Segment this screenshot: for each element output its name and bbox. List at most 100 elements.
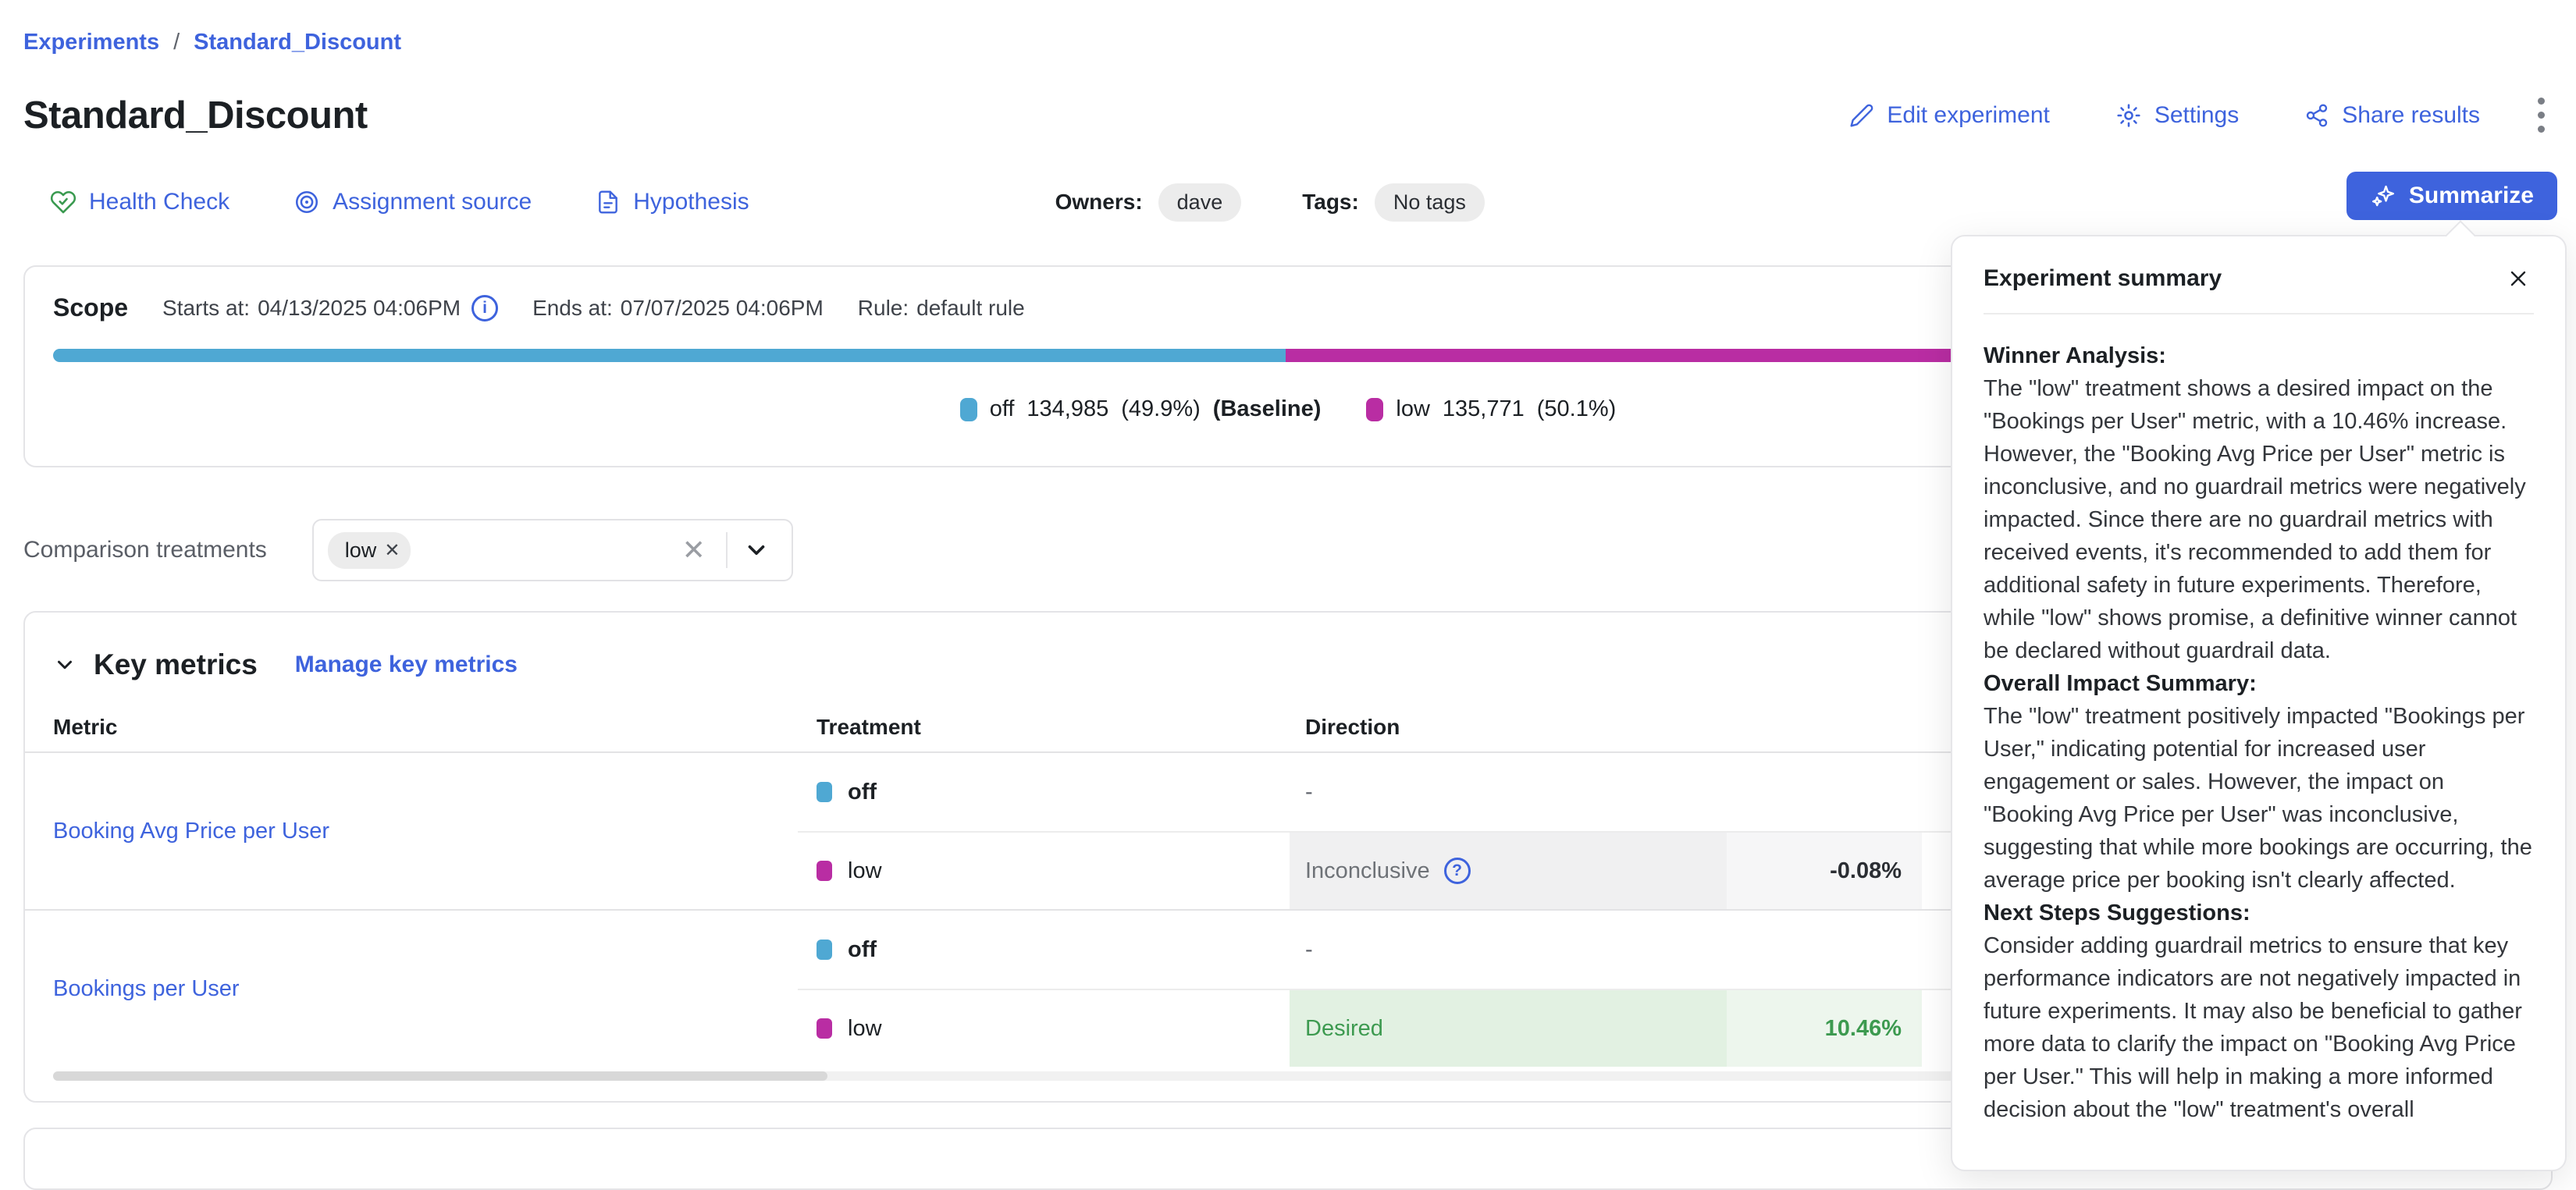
assignment-source-label: Assignment source (333, 189, 532, 215)
direction-cell-inconclusive: Inconclusive ? (1290, 831, 1727, 909)
chevron-down-icon (53, 653, 76, 677)
summary-section-heading: Next Steps Suggestions: (1984, 897, 2534, 929)
starts-label: Starts at: (162, 296, 250, 321)
experiment-summary-panel: Experiment summary Winner Analysis: The … (1951, 235, 2567, 1171)
page-title: Standard_Discount (23, 94, 368, 137)
title-row: Standard_Discount Edit experiment Settin… (23, 93, 2553, 137)
column-header-direction: Direction (1290, 715, 1727, 740)
tags-label: Tags: (1302, 190, 1359, 215)
ends-value: 07/07/2025 04:06PM (621, 296, 824, 321)
selected-treatment-label: low (345, 538, 377, 563)
low-swatch (1366, 398, 1383, 421)
off-swatch (817, 782, 832, 802)
legend-off-baseline: (Baseline) (1213, 396, 1322, 422)
assignment-source-link[interactable]: Assignment source (294, 189, 532, 215)
settings-button[interactable]: Settings (2115, 102, 2239, 129)
summary-section-winner: Winner Analysis: The "low" treatment sho… (1984, 339, 2534, 667)
summary-panel-header: Experiment summary (1984, 263, 2534, 294)
header-actions: Edit experiment Settings Share results (1849, 93, 2553, 137)
target-icon (294, 189, 320, 215)
more-options-button[interactable] (2530, 93, 2553, 137)
summary-section-text: The "low" treatment positively impacted … (1984, 700, 2534, 897)
manage-key-metrics-link[interactable]: Manage key metrics (295, 652, 518, 678)
sparkles-icon (2370, 183, 2396, 209)
metric-cell: Bookings per User (25, 911, 798, 1067)
direction-cell-desired: Desired (1290, 989, 1727, 1067)
value-cell (1727, 911, 1922, 989)
low-swatch (817, 1018, 832, 1039)
experiment-meta-row: Health Check Assignment source Hypothesi… (23, 178, 2553, 226)
legend-item-low: low 135,771 (50.1%) (1366, 396, 1616, 422)
health-check-link[interactable]: Health Check (50, 189, 229, 215)
column-header-metric: Metric (25, 715, 798, 740)
starts-value: 04/13/2025 04:06PM (258, 296, 461, 321)
breadcrumb-separator: / (173, 30, 180, 55)
key-metrics-collapse-toggle[interactable]: Key metrics (53, 648, 258, 681)
rule-value: default rule (916, 296, 1025, 321)
low-swatch (817, 861, 832, 881)
treatment-name: low (848, 1016, 882, 1042)
chevron-down-icon[interactable] (735, 537, 777, 563)
gear-icon (2115, 102, 2142, 129)
scope-ends: Ends at: 07/07/2025 04:06PM (532, 296, 824, 321)
value-cell: -0.08% (1727, 831, 1922, 909)
close-icon[interactable] (2503, 263, 2534, 294)
summary-section-heading: Overall Impact Summary: (1984, 667, 2534, 700)
clear-selection-icon[interactable]: ✕ (670, 536, 718, 564)
document-icon (596, 190, 621, 215)
selected-treatment-chip[interactable]: low ✕ (328, 532, 411, 569)
settings-label: Settings (2154, 102, 2239, 129)
summary-section-text: Consider adding guardrail metrics to ens… (1984, 929, 2534, 1126)
horizontal-scrollbar-thumb[interactable] (53, 1071, 827, 1081)
metric-link-booking-avg-price[interactable]: Booking Avg Price per User (53, 819, 329, 844)
rule-label: Rule: (858, 296, 909, 321)
key-metrics-title: Key metrics (94, 648, 258, 681)
owners-label: Owners: (1055, 190, 1143, 215)
legend-low-name: low (1396, 396, 1430, 422)
legend-item-off: off 134,985 (49.9%) (Baseline) (960, 396, 1322, 422)
treatment-name: off (848, 780, 877, 805)
edit-experiment-label: Edit experiment (1887, 102, 2049, 129)
select-divider (726, 532, 728, 568)
treatment-cell: off (798, 753, 1290, 831)
value-cell (1727, 753, 1922, 831)
hypothesis-label: Hypothesis (633, 189, 749, 215)
owners-block: Owners: dave (1055, 183, 1242, 222)
metric-link-bookings-per-user[interactable]: Bookings per User (53, 976, 240, 1002)
ends-label: Ends at: (532, 296, 613, 321)
treatment-cell: low (798, 989, 1290, 1067)
heart-check-icon (50, 189, 76, 215)
scope-starts: Starts at: 04/13/2025 04:06PM i (162, 295, 498, 321)
edit-experiment-button[interactable]: Edit experiment (1849, 102, 2049, 129)
treatment-cell: low (798, 831, 1290, 909)
summarize-button[interactable]: Summarize (2347, 172, 2557, 220)
owner-chip[interactable]: dave (1158, 183, 1242, 222)
column-header-treatment: Treatment (798, 715, 1290, 740)
breadcrumb-experiments-link[interactable]: Experiments (23, 30, 159, 55)
breadcrumb: Experiments / Standard_Discount (23, 0, 2553, 55)
hypothesis-link[interactable]: Hypothesis (596, 189, 749, 215)
off-swatch (960, 398, 977, 421)
direction-cell: - (1290, 753, 1727, 831)
share-results-button[interactable]: Share results (2304, 102, 2480, 129)
help-icon[interactable]: ? (1444, 858, 1471, 884)
share-icon (2304, 103, 2329, 128)
legend-off-name: off (990, 396, 1015, 422)
comparison-treatments-select[interactable]: low ✕ ✕ (312, 519, 793, 581)
direction-cell: - (1290, 911, 1727, 989)
allocation-segment-off (53, 349, 1286, 362)
treatment-name: off (848, 937, 877, 963)
scope-title: Scope (53, 293, 128, 322)
info-icon[interactable]: i (471, 295, 498, 321)
panel-divider (1984, 313, 2534, 314)
legend-off-pct: (49.9%) (1121, 396, 1201, 422)
remove-treatment-icon[interactable]: ✕ (384, 539, 400, 562)
value-cell: 10.46% (1727, 989, 1922, 1067)
summary-panel-body: Winner Analysis: The "low" treatment sho… (1984, 339, 2534, 1126)
summary-panel-title: Experiment summary (1984, 265, 2222, 292)
health-check-label: Health Check (89, 189, 229, 215)
breadcrumb-current-link[interactable]: Standard_Discount (194, 30, 401, 55)
tags-chip[interactable]: No tags (1375, 183, 1485, 222)
summary-section-heading: Winner Analysis: (1984, 339, 2534, 372)
treatment-cell: off (798, 911, 1290, 989)
